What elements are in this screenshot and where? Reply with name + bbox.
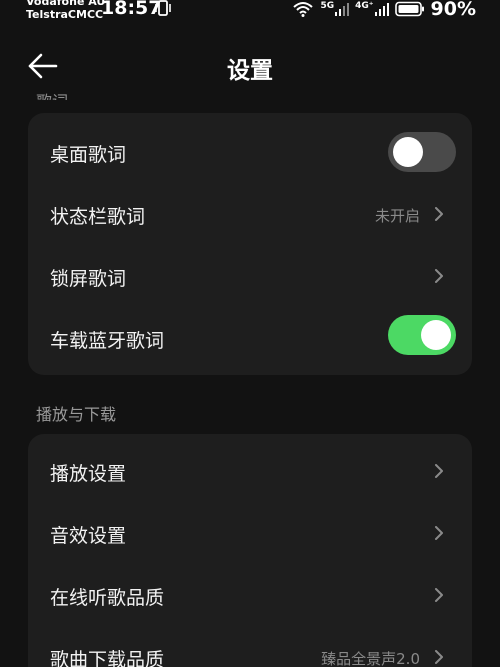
car-bluetooth-lyrics-label: 车载蓝牙歌词 (50, 330, 165, 352)
toggle-knob (393, 137, 423, 167)
car-bluetooth-lyrics-toggle[interactable] (388, 315, 456, 355)
statusbar-lyrics-label: 状态栏歌词 (50, 206, 146, 228)
chevron-right-icon (435, 464, 443, 478)
status-bar: Vodafone AU TelstraCMCC 18:57 5G 4G⁺ 90% (0, 0, 500, 22)
statusbar-lyrics-value: 未开启 (374, 207, 420, 225)
playback-settings-label: 播放设置 (50, 463, 127, 485)
desktop-lyrics-toggle[interactable] (388, 132, 456, 172)
carrier-2: TelstraCMCC (26, 8, 104, 21)
download-quality-label: 歌曲下载品质 (50, 649, 165, 667)
download-quality-value: 臻品全景声2.0 (321, 650, 420, 667)
chevron-right-icon (435, 526, 443, 540)
clock: 18:57 (101, 0, 162, 19)
signal-4g: 4G⁺ (355, 1, 389, 16)
signal-bars-icon (374, 3, 389, 16)
lyrics-settings-card: 桌面歌词 状态栏歌词 未开启 锁屏歌词 车载蓝牙歌词 (28, 113, 472, 375)
toggle-knob (421, 320, 451, 350)
streaming-quality-label: 在线听歌品质 (50, 587, 165, 609)
streaming-quality-row[interactable]: 在线听歌品质 (28, 564, 472, 626)
playback-settings-card: 播放设置 音效设置 在线听歌品质 歌曲下载品质 臻品全景声2.0 (28, 434, 472, 667)
chevron-right-icon (435, 207, 443, 221)
desktop-lyrics-row[interactable]: 桌面歌词 (28, 121, 472, 183)
sound-effects-label: 音效设置 (50, 525, 127, 547)
carrier-names: Vodafone AU TelstraCMCC (26, 0, 105, 21)
section-label-playback: 播放与下载 (36, 405, 117, 424)
settings-screen: Vodafone AU TelstraCMCC 18:57 5G 4G⁺ 90%… (0, 0, 500, 667)
network2-label: 4G⁺ (355, 1, 374, 11)
page-title: 设置 (227, 58, 273, 84)
section-label-lyrics: 歌词 (36, 88, 68, 100)
signal-bars-icon (335, 3, 350, 16)
statusbar-lyrics-row[interactable]: 状态栏歌词 未开启 (28, 183, 472, 245)
network-label: 5G (320, 1, 335, 11)
carrier-1: Vodafone AU (26, 0, 106, 8)
chevron-right-icon (435, 269, 443, 283)
signal-5g: 5G (320, 1, 350, 16)
status-icons: 5G 4G⁺ 90% (292, 0, 476, 20)
vibrate-icon (155, 0, 171, 16)
battery-percentage: 90% (430, 0, 476, 20)
lockscreen-lyrics-row[interactable]: 锁屏歌词 (28, 245, 472, 307)
sound-effects-row[interactable]: 音效设置 (28, 502, 472, 564)
download-quality-row[interactable]: 歌曲下载品质 臻品全景声2.0 (28, 626, 472, 667)
car-bluetooth-lyrics-row[interactable]: 车载蓝牙歌词 (28, 307, 472, 369)
playback-settings-row[interactable]: 播放设置 (28, 440, 472, 502)
chevron-right-icon (435, 588, 443, 602)
header: 设置 (0, 40, 500, 92)
desktop-lyrics-label: 桌面歌词 (50, 144, 127, 166)
wifi-icon (293, 2, 314, 17)
lockscreen-lyrics-label: 锁屏歌词 (50, 268, 127, 290)
chevron-right-icon (435, 650, 443, 664)
battery-icon (394, 1, 424, 17)
